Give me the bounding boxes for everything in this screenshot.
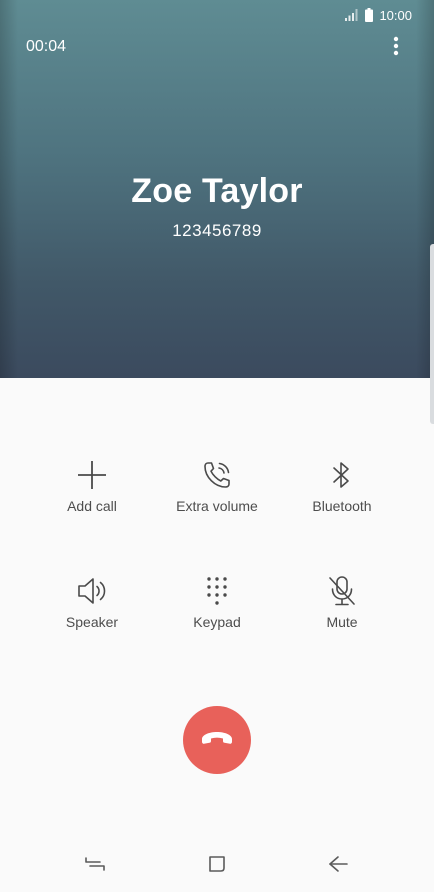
plus-icon <box>75 458 109 492</box>
in-call-screen: 10:00 00:04 Zoe Taylor 123456789 Add cal… <box>0 0 434 892</box>
speaker-icon <box>75 574 109 608</box>
keypad-button[interactable]: Keypad <box>152 574 282 654</box>
more-options-button[interactable] <box>384 36 408 60</box>
recents-button[interactable] <box>77 848 113 884</box>
recents-icon <box>85 856 105 877</box>
end-call-button[interactable] <box>183 706 251 774</box>
navigation-bar <box>0 840 434 892</box>
side-edge-handle[interactable] <box>430 244 434 424</box>
keypad-label: Keypad <box>193 614 241 630</box>
bluetooth-icon <box>325 458 359 492</box>
caller-header: 10:00 00:04 Zoe Taylor 123456789 <box>0 0 434 378</box>
signal-icon <box>345 9 359 21</box>
add-call-label: Add call <box>67 498 117 514</box>
caller-number: 123456789 <box>172 221 262 240</box>
extra-volume-button[interactable]: Extra volume <box>152 458 282 538</box>
speaker-label: Speaker <box>65 614 119 630</box>
mute-button[interactable]: Mute <box>277 574 407 654</box>
bluetooth-button[interactable]: Bluetooth <box>277 458 407 538</box>
home-button[interactable] <box>199 848 235 884</box>
status-bar: 10:00 <box>345 6 412 24</box>
bluetooth-label: Bluetooth <box>312 498 372 514</box>
back-icon <box>328 855 348 878</box>
more-vertical-icon <box>393 36 399 61</box>
mute-label: Mute <box>326 614 358 630</box>
keypad-icon <box>200 574 234 608</box>
extra-volume-label: Extra volume <box>176 498 258 514</box>
back-button[interactable] <box>320 848 356 884</box>
battery-icon <box>365 8 374 22</box>
add-call-button[interactable]: Add call <box>27 458 157 538</box>
mic-off-icon <box>325 574 359 608</box>
home-icon <box>208 855 226 878</box>
status-time: 10:00 <box>379 7 412 23</box>
end-call-icon <box>200 730 234 751</box>
call-timer: 00:04 <box>26 38 67 55</box>
caller-name: Zoe Taylor <box>131 172 303 210</box>
speaker-button[interactable]: Speaker <box>27 574 157 654</box>
phone-volume-icon <box>200 458 234 492</box>
